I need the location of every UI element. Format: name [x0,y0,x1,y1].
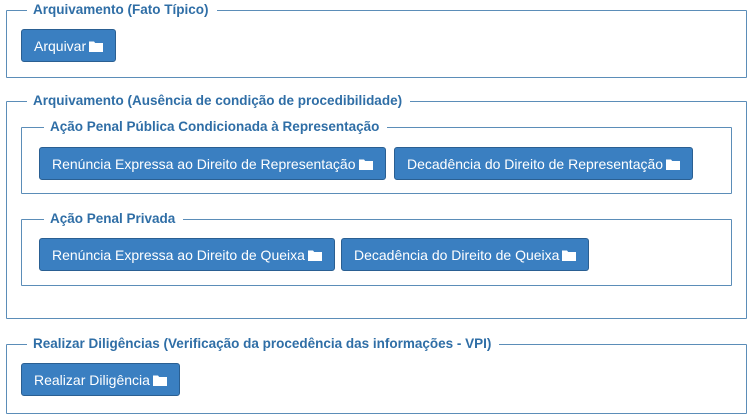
folder-icon [307,249,322,261]
renuncia-representacao-button[interactable]: Renúncia Expressa ao Direito de Represen… [39,147,386,180]
folder-icon [152,374,167,386]
arquivar-button[interactable]: Arquivar [21,29,117,62]
section-title: Arquivamento (Ausência de condição de pr… [27,93,411,109]
folder-icon [89,40,104,52]
folder-icon [358,158,373,170]
subsection-title: Ação Penal Privada [44,211,184,227]
subsection-acao-penal-publica: Ação Penal Pública Condicionada à Repres… [21,119,732,194]
folder-icon [562,249,577,261]
subsection-title: Ação Penal Pública Condicionada à Repres… [44,119,388,135]
section-arquivamento-fato-tipico: Arquivamento (Fato Típico) Arquivar [6,2,747,78]
decadencia-representacao-button[interactable]: Decadência do Direito de Representação [394,147,694,180]
decadencia-queixa-button[interactable]: Decadência do Direito de Queixa [341,238,590,271]
section-arquivamento-ausencia-condicao: Arquivamento (Ausência de condição de pr… [6,93,747,319]
button-label: Realizar Diligência [34,371,150,388]
section-title: Arquivamento (Fato Típico) [27,2,217,18]
section-title: Realizar Diligências (Verificação da pro… [27,336,500,352]
folder-icon [666,158,681,170]
realizar-diligencia-button[interactable]: Realizar Diligência [21,363,180,396]
button-label: Renúncia Expressa ao Direito de Represen… [52,155,356,172]
button-label: Decadência do Direito de Queixa [354,246,560,263]
button-label: Arquivar [34,37,87,54]
renuncia-queixa-button[interactable]: Renúncia Expressa ao Direito de Queixa [39,238,335,271]
button-label: Decadência do Direito de Representação [407,155,664,172]
subsection-acao-penal-privada: Ação Penal Privada Renúncia Expressa ao … [21,211,732,286]
button-label: Renúncia Expressa ao Direito de Queixa [52,246,305,263]
section-realizar-diligencias: Realizar Diligências (Verificação da pro… [6,336,747,414]
